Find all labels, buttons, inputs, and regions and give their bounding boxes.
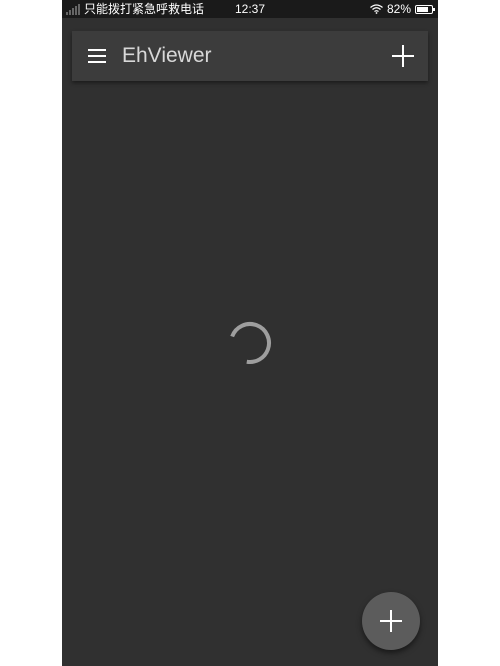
menu-icon[interactable] xyxy=(86,46,108,66)
status-right: 82% xyxy=(370,2,435,16)
loading-spinner-icon xyxy=(229,322,271,364)
floating-add-button[interactable] xyxy=(362,592,420,650)
battery-icon xyxy=(415,4,435,14)
add-icon xyxy=(379,609,403,633)
page: 只能拨打紧急呼救电话 12:37 82% EhViewer xyxy=(0,0,500,666)
status-bar: 只能拨打紧急呼救电话 12:37 82% xyxy=(62,0,438,18)
battery-level-fill xyxy=(417,6,429,12)
battery-percent: 82% xyxy=(386,2,411,16)
app-screen: 只能拨打紧急呼救电话 12:37 82% EhViewer xyxy=(62,0,438,666)
app-toolbar: EhViewer xyxy=(72,31,428,81)
add-icon[interactable] xyxy=(390,43,416,69)
app-title: EhViewer xyxy=(122,44,212,67)
wifi-icon xyxy=(370,4,383,14)
